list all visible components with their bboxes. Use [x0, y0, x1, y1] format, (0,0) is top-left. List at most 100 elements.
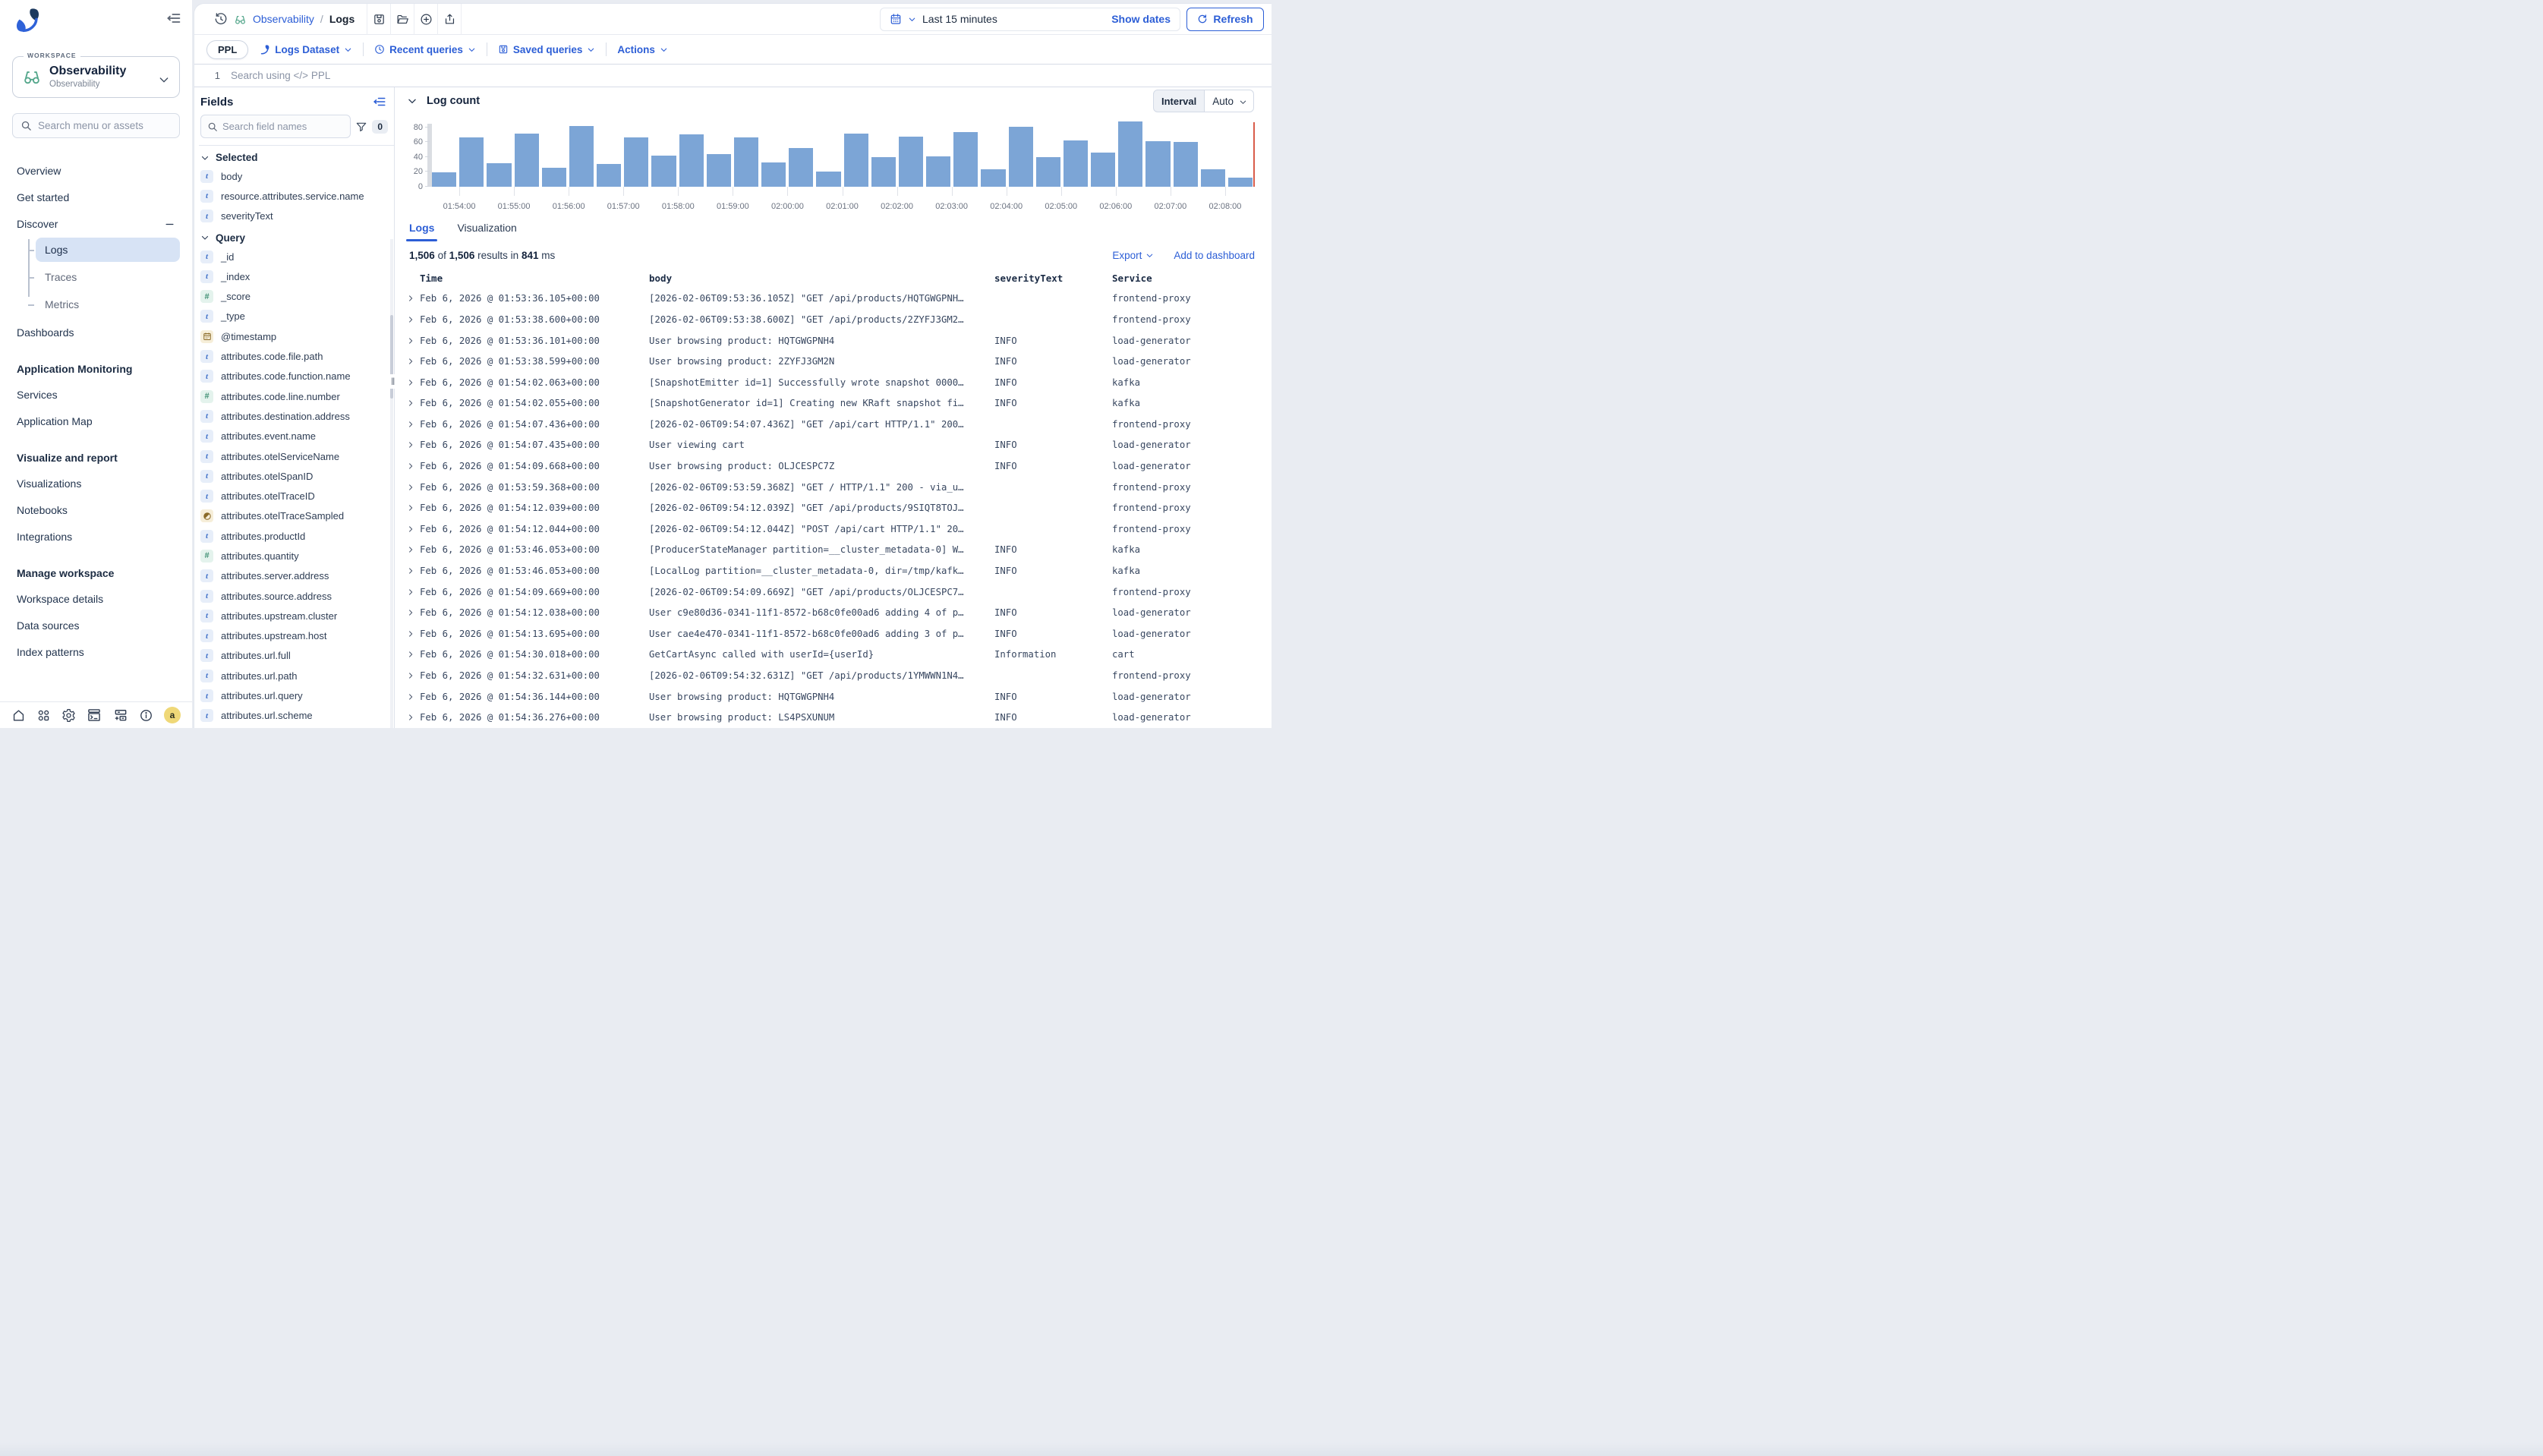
sidebar-item-notebooks[interactable]: Notebooks	[12, 497, 180, 523]
minus-icon[interactable]	[164, 219, 175, 230]
field-item[interactable]: tattributes.destination.address	[199, 406, 394, 426]
histogram-bar[interactable]	[953, 132, 978, 187]
histogram-bar[interactable]	[871, 157, 896, 187]
expand-row-icon[interactable]	[407, 672, 420, 679]
field-item[interactable]: tattributes.productId	[199, 526, 394, 546]
add-icon[interactable]	[414, 4, 438, 35]
histogram-bar[interactable]	[899, 137, 923, 187]
time-range-picker[interactable]: Last 15 minutes Show dates	[880, 8, 1180, 31]
expand-row-icon[interactable]	[407, 630, 420, 638]
histogram-bar[interactable]	[1064, 140, 1088, 187]
histogram-bar[interactable]	[1091, 153, 1115, 187]
panel-resize-handle[interactable]: ‖	[390, 374, 396, 389]
field-item[interactable]: #attributes.quantity	[199, 546, 394, 566]
calendar-icon[interactable]	[890, 13, 902, 25]
histogram-bar[interactable]	[651, 156, 676, 187]
field-section-query[interactable]: Query	[199, 226, 394, 247]
refresh-button[interactable]: Refresh	[1186, 8, 1264, 31]
field-search-input[interactable]: Search field names	[200, 115, 351, 138]
expand-row-icon[interactable]	[407, 379, 420, 386]
expand-row-icon[interactable]	[407, 504, 420, 512]
sidebar-item-get-started[interactable]: Get started	[12, 184, 180, 210]
expand-row-icon[interactable]	[407, 358, 420, 365]
actions-menu[interactable]: Actions	[614, 44, 671, 55]
histogram-bar[interactable]	[679, 134, 704, 187]
histogram-bar[interactable]	[734, 137, 758, 187]
home-icon[interactable]	[11, 708, 26, 723]
query-editor[interactable]: 1 Search using </> PPL	[194, 64, 1272, 87]
histogram-bar[interactable]	[1174, 142, 1198, 187]
sidebar-item-index-patterns[interactable]: Index patterns	[12, 639, 180, 665]
field-item[interactable]: tattributes.code.file.path	[199, 346, 394, 366]
add-data-icon[interactable]	[113, 708, 128, 723]
sidebar-item-metrics[interactable]: Metrics	[36, 292, 180, 317]
expand-row-icon[interactable]	[407, 546, 420, 553]
dev-tools-icon[interactable]	[87, 708, 102, 723]
time-range-value[interactable]: Last 15 minutes	[922, 13, 997, 25]
sidebar-item-logs[interactable]: Logs	[36, 238, 180, 262]
expand-row-icon[interactable]	[407, 462, 420, 470]
sidebar-item-data-sources[interactable]: Data sources	[12, 613, 180, 638]
collapse-fields-icon[interactable]	[373, 95, 386, 109]
field-item[interactable]: tattributes.otelTraceID	[199, 486, 394, 506]
interval-selector[interactable]: Interval Auto	[1153, 90, 1254, 112]
expand-row-icon[interactable]	[407, 295, 420, 302]
info-icon[interactable]	[139, 708, 153, 723]
expand-row-icon[interactable]	[407, 441, 420, 449]
apps-icon[interactable]	[36, 708, 51, 723]
histogram-bar[interactable]	[789, 148, 813, 187]
field-item[interactable]: t_index	[199, 266, 394, 286]
workspace-selector[interactable]: WORKSPACE Observability Observability	[12, 56, 180, 98]
save-icon[interactable]	[367, 4, 391, 35]
expand-row-icon[interactable]	[407, 693, 420, 701]
dataset-selector[interactable]: Logs Dataset	[256, 44, 355, 55]
recent-queries-menu[interactable]: Recent queries	[371, 44, 479, 55]
histogram-bar[interactable]	[1036, 157, 1060, 187]
field-item[interactable]: #_score	[199, 286, 394, 306]
expand-row-icon[interactable]	[407, 567, 420, 575]
expand-row-icon[interactable]	[407, 588, 420, 596]
field-item[interactable]: t_type	[199, 307, 394, 326]
field-item[interactable]: tattributes.event.name	[199, 427, 394, 446]
histogram-bar[interactable]	[624, 137, 648, 187]
field-item[interactable]: tattributes.otelSpanID	[199, 466, 394, 486]
sidebar-search-input[interactable]: Search menu or assets	[12, 113, 180, 138]
field-item[interactable]: @timestamp	[199, 326, 394, 346]
expand-row-icon[interactable]	[407, 316, 420, 323]
histogram-bar[interactable]	[844, 134, 868, 187]
expand-row-icon[interactable]	[407, 399, 420, 407]
expand-row-icon[interactable]	[407, 525, 420, 533]
field-item[interactable]: #attributes.code.line.number	[199, 386, 394, 406]
histogram-bar[interactable]	[459, 137, 484, 187]
expand-row-icon[interactable]	[407, 651, 420, 658]
add-to-dashboard-button[interactable]: Add to dashboard	[1174, 250, 1255, 261]
field-item[interactable]: tattributes.url.path	[199, 666, 394, 685]
sidebar-item-visualizations[interactable]: Visualizations	[12, 471, 180, 496]
field-item[interactable]: tattributes.url.full	[199, 646, 394, 666]
field-item[interactable]: tresource.attributes.service.name	[199, 186, 394, 206]
tab-visualization[interactable]: Visualization	[457, 222, 516, 241]
field-filter-button[interactable]: 0	[355, 120, 388, 134]
sidebar-item-application-map[interactable]: Application Map	[12, 408, 180, 434]
field-item[interactable]: tbody	[199, 166, 394, 186]
avatar[interactable]: a	[164, 707, 181, 723]
sidebar-item-traces[interactable]: Traces	[36, 265, 180, 289]
histogram-bar[interactable]	[487, 163, 511, 187]
field-item[interactable]: t_id	[199, 247, 394, 266]
histogram-bar[interactable]	[1145, 141, 1170, 187]
share-icon[interactable]	[438, 4, 462, 35]
field-item[interactable]: tattributes.url.scheme	[199, 706, 394, 726]
show-dates-button[interactable]: Show dates	[1111, 13, 1171, 25]
expand-row-icon[interactable]	[407, 421, 420, 428]
histogram-bar[interactable]	[542, 168, 566, 187]
histogram-plot[interactable]: 02040608001:54:0001:55:0001:56:0001:57:0…	[432, 121, 1253, 187]
collapse-chart-icon[interactable]	[407, 96, 418, 106]
expand-row-icon[interactable]	[407, 337, 420, 345]
saved-queries-menu[interactable]: Saved queries	[495, 44, 599, 55]
histogram-bar[interactable]	[1228, 178, 1253, 187]
collapse-sidebar-icon[interactable]	[166, 11, 181, 26]
sidebar-item-workspace-details[interactable]: Workspace details	[12, 586, 180, 612]
histogram-bar[interactable]	[432, 172, 456, 187]
field-item[interactable]: attributes.otelTraceSampled	[199, 506, 394, 526]
tab-logs[interactable]: Logs	[409, 222, 434, 241]
